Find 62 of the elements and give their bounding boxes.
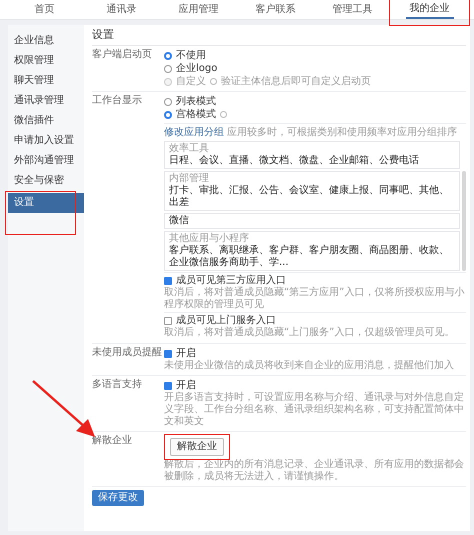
- info-icon: [210, 78, 217, 85]
- nav-tab[interactable]: 应用管理: [174, 0, 222, 19]
- sidebar-item[interactable]: 通讯录管理: [8, 91, 84, 111]
- save-button[interactable]: 保存更改: [92, 490, 144, 506]
- checkbox-label: 成员可见上门服务入口: [176, 314, 276, 326]
- sidebar-item[interactable]: 外部沟通管理: [8, 151, 84, 171]
- checkbox[interactable]: [164, 382, 172, 390]
- nav-tab[interactable]: 通讯录: [102, 0, 140, 19]
- hint-text: 验证主体信息后即可自定义启动页: [221, 76, 371, 88]
- sidebar-item[interactable]: 权限管理: [8, 51, 84, 71]
- group-title: 其他应用与小程序: [169, 233, 250, 244]
- checkbox-label: 开启: [176, 348, 196, 360]
- radio-label: 自定义: [176, 76, 206, 88]
- setting-label: 解散企业: [92, 435, 133, 448]
- disband-button[interactable]: 解散企业: [170, 438, 224, 456]
- checkbox-label: 开启: [176, 380, 196, 392]
- sidebar-item[interactable]: 申请加入设置: [8, 131, 84, 151]
- radio-button[interactable]: [164, 98, 172, 106]
- page-title: 设置: [92, 25, 466, 46]
- description: 开启多语言支持时，可设置应用名称与介绍、通讯录与对外信息自定义字段、工作台分组名称、通讯录组织架构名称，可支持配置简体中文和英文: [164, 392, 465, 428]
- description: 取消后，将对普通成员隐藏“第三方应用”入口，仅将所授权应用与小程序权限的管理员可见: [164, 287, 466, 311]
- group-apps: 微信: [169, 215, 190, 227]
- sidebar-item[interactable]: 聊天管理: [8, 71, 84, 91]
- group-title: 效率工具: [169, 143, 209, 155]
- sidebar-item[interactable]: 微信插件: [8, 111, 84, 131]
- nav-tab[interactable]: 我的企业: [406, 0, 454, 19]
- group-apps: 客户联系、离职继承、客户群、客户朋友圈、商品图册、收款、企业微信服务商助手、学...: [169, 245, 450, 269]
- hint-text: 应用较多时，可根据类别和使用频率对应用分组排序: [227, 127, 457, 138]
- description: 未使用企业微信的成员将收到来自企业的应用消息，提醒他们加入: [164, 360, 455, 372]
- setting-label: 客户端启动页: [92, 49, 153, 62]
- radio-button[interactable]: [164, 110, 172, 118]
- group-apps: 日程、会议、直播、微文档、微盘、企业邮箱、公费电话: [169, 155, 420, 167]
- nav-tab[interactable]: 管理工具: [328, 0, 376, 19]
- checkbox[interactable]: [164, 276, 172, 284]
- radio-label: 不使用: [176, 50, 206, 62]
- sidebar-item[interactable]: 安全与保密: [8, 171, 84, 191]
- setting-label: 工作台显示: [92, 95, 143, 108]
- radio-button[interactable]: [164, 52, 172, 60]
- app-group-card[interactable]: 其他应用与小程序 客户联系、离职继承、客户群、客户朋友圈、商品图册、收款、企业微信服务商助手、学...: [164, 231, 460, 271]
- radio-button[interactable]: [164, 64, 172, 72]
- nav-tab[interactable]: 首页: [30, 0, 58, 19]
- setting-label: 未使用成员提醒: [92, 347, 163, 360]
- checkbox-label: 成员可见第三方应用入口: [176, 274, 286, 286]
- group-title: 内部管理: [169, 173, 210, 184]
- radio-label: 企业logo: [176, 62, 218, 74]
- scrollbar[interactable]: [462, 171, 466, 271]
- checkbox[interactable]: [164, 316, 172, 324]
- highlight-frame: [5, 191, 76, 235]
- app-group-card[interactable]: 内部管理 打卡、审批、汇报、公告、会议室、健康上报、同事吧、其他、出差: [164, 171, 460, 211]
- edit-groups-link[interactable]: 修改应用分组: [164, 127, 224, 138]
- radio-label: 列表模式: [176, 96, 216, 108]
- sidebar-item[interactable]: 企业信息: [8, 31, 84, 51]
- group-apps: 打卡、审批、汇报、公告、会议室、健康上报、同事吧、其他、出差: [169, 185, 450, 209]
- description: 取消后，将对普通成员隐藏“上门服务”入口，仅超级管理员可见。: [164, 327, 456, 339]
- app-group-card[interactable]: 微信: [164, 213, 460, 229]
- app-group-card[interactable]: 效率工具 日程、会议、直播、微文档、微盘、企业邮箱、公费电话: [164, 141, 460, 169]
- checkbox[interactable]: [164, 350, 172, 358]
- nav-tab[interactable]: 客户联系: [252, 0, 300, 19]
- highlight-frame: [164, 434, 230, 460]
- sidebar-item[interactable]: 设置: [8, 193, 84, 213]
- radio-label: 宫格模式: [176, 108, 216, 120]
- setting-label: 多语言支持: [92, 379, 143, 392]
